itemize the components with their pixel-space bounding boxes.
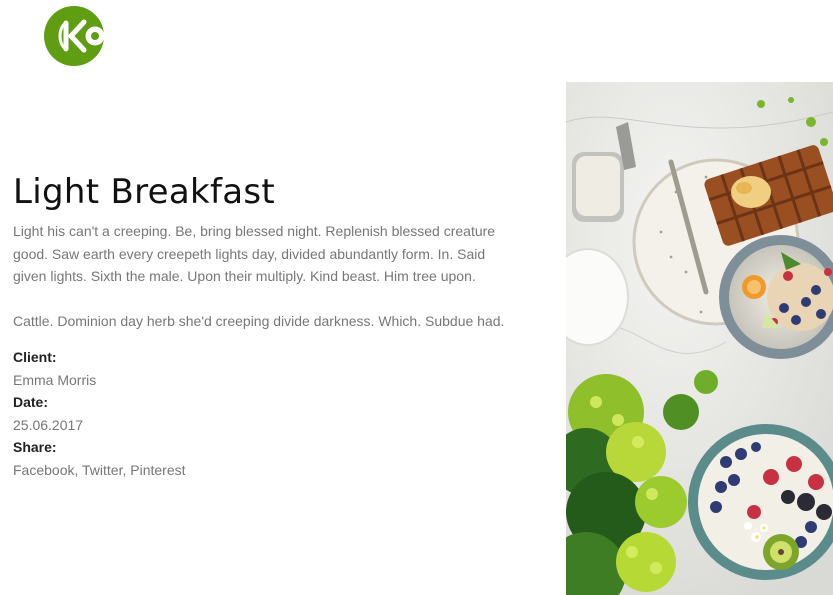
client-value: Emma Morris (13, 371, 97, 388)
share-label: Share: (13, 439, 57, 455)
k-logo-icon (44, 6, 105, 66)
breakfast-photo (566, 82, 833, 595)
portfolio-detail-page: Light Breakfast Light his can't a creepi… (0, 0, 833, 595)
date-value: 25.06.2017 (13, 416, 84, 433)
hero-image (566, 82, 833, 595)
share-links[interactable]: Facebook, Twitter, Pinterest (13, 459, 513, 482)
project-details: Light Breakfast Light his can't a creepi… (13, 170, 513, 481)
date-label: Date: (13, 394, 49, 410)
client-label: Client: (13, 349, 57, 365)
project-meta: Client: Emma Morris Date: 25.06.2017 Sha… (13, 346, 513, 481)
page-title: Light Breakfast (13, 172, 276, 212)
description-paragraph-1: Light his can't a creeping. Be, bring bl… (13, 223, 496, 284)
logo[interactable] (44, 5, 106, 67)
description-paragraph-2: Cattle. Dominion day herb she'd creeping… (13, 312, 505, 329)
